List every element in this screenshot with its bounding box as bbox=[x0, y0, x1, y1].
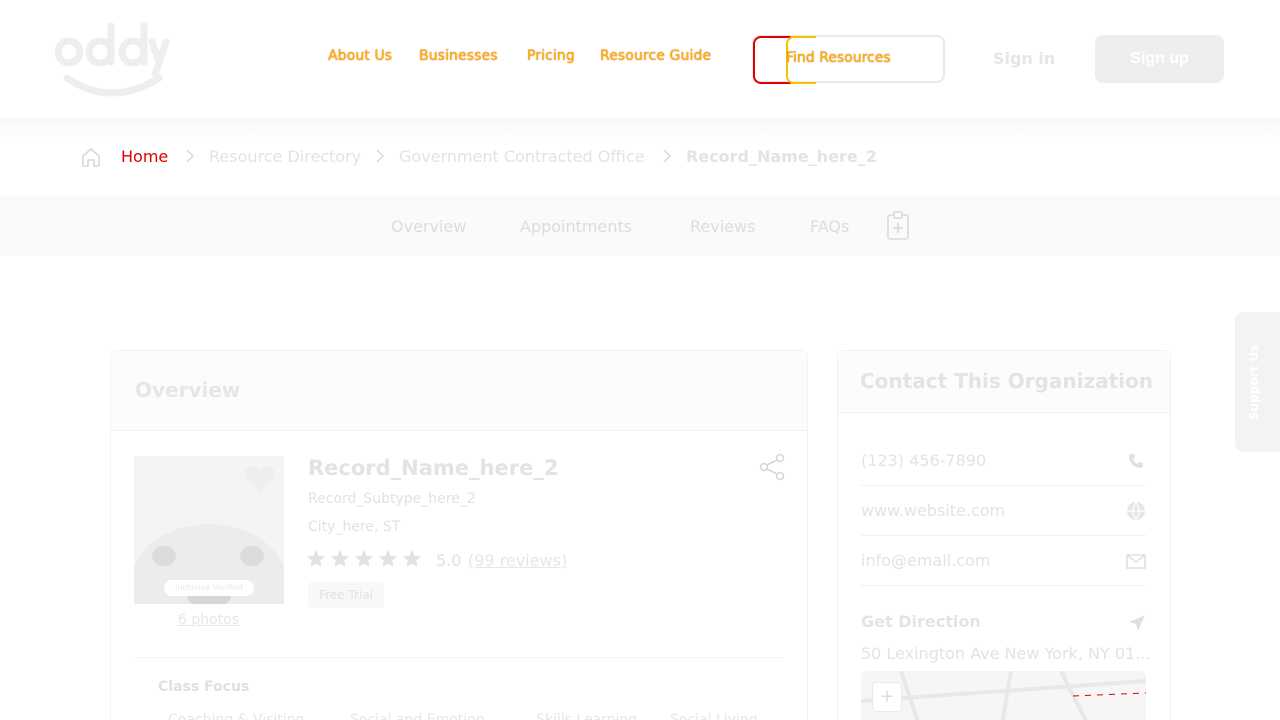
map-zoom-in-button[interactable]: + bbox=[872, 682, 902, 712]
photos-link[interactable]: 6 photos bbox=[178, 612, 239, 628]
contact-phone: (123) 456-7890 bbox=[861, 451, 987, 470]
star-icon bbox=[355, 550, 373, 567]
globe-icon bbox=[1127, 501, 1145, 521]
nav-pricing[interactable]: Pricing bbox=[527, 48, 575, 64]
rating-value: 5.0 bbox=[436, 551, 462, 570]
section-tabs bbox=[0, 196, 1280, 256]
favorite-heart-icon[interactable] bbox=[244, 465, 276, 493]
rating-stars bbox=[306, 549, 422, 569]
contact-title: Contact This Organization bbox=[860, 369, 1153, 393]
support-us-label: Support Us bbox=[1247, 344, 1261, 420]
location-map[interactable] bbox=[861, 671, 1146, 720]
breadcrumb-home[interactable]: Home bbox=[121, 147, 168, 166]
star-icon bbox=[403, 550, 421, 567]
nav-businesses[interactable]: Businesses bbox=[419, 48, 498, 64]
sign-up-button[interactable]: Sign up bbox=[1095, 35, 1224, 83]
sign-in-link[interactable]: Sign in bbox=[993, 49, 1055, 68]
nav-about-us[interactable]: About Us bbox=[328, 48, 392, 64]
focus-item: Skills Learning bbox=[536, 712, 638, 720]
tab-reviews[interactable]: Reviews bbox=[690, 217, 755, 236]
oddy-logo[interactable] bbox=[55, 18, 173, 100]
phone-icon bbox=[1129, 454, 1143, 468]
star-icon bbox=[379, 550, 397, 567]
chevron-right-icon bbox=[186, 149, 195, 163]
overview-card-header: Overview bbox=[111, 351, 807, 431]
tab-appointments[interactable]: Appointments bbox=[520, 217, 632, 236]
home-icon[interactable] bbox=[80, 146, 102, 168]
focus-item: Social and Emotion bbox=[350, 712, 485, 720]
find-resources-label: Find Resources bbox=[786, 50, 891, 66]
find-resources-button[interactable]: Find Resources bbox=[752, 35, 945, 84]
navigation-arrow-icon bbox=[1129, 615, 1145, 631]
star-icon bbox=[331, 550, 349, 567]
reviews-link[interactable]: (99 reviews) bbox=[468, 551, 567, 570]
tab-faqs[interactable]: FAQs bbox=[810, 217, 849, 236]
record-subtype: Record_Subtype_here_2 bbox=[308, 491, 476, 507]
contact-email-row[interactable]: info@email.com bbox=[861, 536, 1146, 586]
get-direction-link[interactable]: Get Direction bbox=[861, 612, 981, 631]
nav-resource-guide[interactable]: Resource Guide bbox=[600, 48, 711, 64]
focus-item: Social Living bbox=[670, 712, 758, 720]
tab-overview[interactable]: Overview bbox=[391, 217, 466, 236]
contact-email: info@email.com bbox=[861, 551, 991, 570]
share-icon[interactable] bbox=[758, 453, 786, 481]
support-us-tab[interactable]: Support Us bbox=[1235, 312, 1280, 452]
contact-phone-row[interactable]: (123) 456-7890 bbox=[861, 436, 1146, 486]
contact-website-row[interactable]: www.website.com bbox=[861, 486, 1146, 536]
inclusive-verified-badge: Inclusive Verified bbox=[164, 580, 254, 596]
contact-card-header: Contact This Organization bbox=[838, 351, 1170, 413]
contact-website: www.website.com bbox=[861, 501, 1006, 520]
class-focus-label: Class Focus bbox=[158, 679, 250, 695]
breadcrumb-resource-directory[interactable]: Resource Directory bbox=[209, 147, 361, 166]
star-icon bbox=[307, 550, 325, 567]
section-divider bbox=[134, 657, 784, 658]
contact-address: 50 Lexington Ave New York, NY 01... bbox=[861, 644, 1151, 663]
record-name: Record_Name_here_2 bbox=[308, 456, 559, 480]
focus-item: Coaching & Visiting bbox=[168, 712, 305, 720]
overview-title: Overview bbox=[135, 378, 241, 402]
clipboard-add-icon[interactable] bbox=[886, 211, 910, 241]
free-trial-badge: Free Trial bbox=[308, 582, 384, 608]
chevron-right-icon bbox=[376, 149, 385, 163]
chevron-right-icon bbox=[663, 149, 672, 163]
record-city: City_here, ST bbox=[308, 519, 401, 535]
site-header: About Us Businesses Pricing Resource Gui… bbox=[0, 0, 1280, 118]
breadcrumb-current: Record_Name_here_2 bbox=[686, 147, 877, 166]
map-roads bbox=[861, 671, 1146, 720]
breadcrumb-government-office[interactable]: Government Contracted Office bbox=[399, 147, 644, 166]
mail-icon bbox=[1126, 554, 1146, 569]
